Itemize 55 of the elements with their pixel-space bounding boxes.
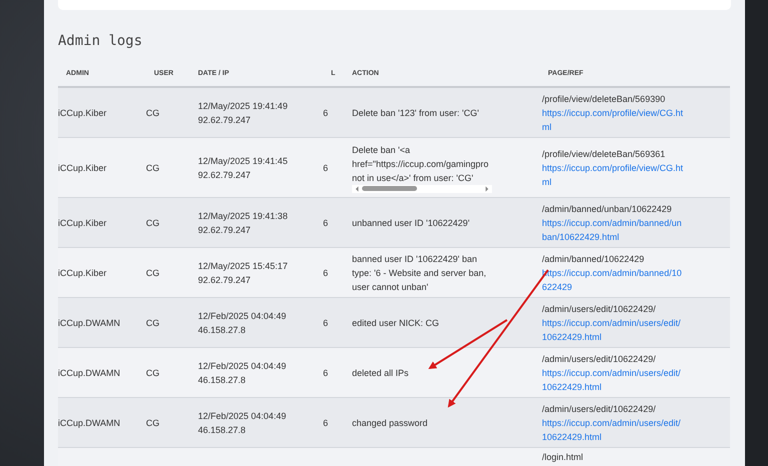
table-cell: 6 xyxy=(323,268,328,278)
table-cell: CG xyxy=(146,162,160,172)
table-cell: 6 xyxy=(323,218,328,228)
table-cell: CG xyxy=(146,318,160,328)
page-path: /profile/view/deleteBan/569390 xyxy=(542,92,666,106)
table-cell: 6 xyxy=(323,368,328,378)
page-path: /profile/view/deleteBan/569361 xyxy=(542,148,666,160)
table-cell: iCCup.Kiber xyxy=(58,218,107,228)
table-cell: CG xyxy=(146,268,160,278)
page-path: /admin/users/edit/10622429/ xyxy=(542,302,657,316)
table-cell: 6 xyxy=(323,108,328,118)
table-cell: CG xyxy=(146,108,160,118)
table-cell-text: 12/Feb/2025 04:04:49 46.158.27.8 xyxy=(198,310,288,336)
table-cell: iCCup.DWAMN xyxy=(58,318,120,328)
table-cell-text: banned user ID '10622429' ban type: '6 - Website and server ban, user cannot unban' xyxy=(352,252,488,294)
table-cell: iCCup.DWAMN xyxy=(58,418,120,428)
ref-link[interactable]: https://iccup.com/profile/view/CG.html xyxy=(542,160,684,188)
ref-link[interactable]: https://iccup.com/admin/users/edit/10622429.html xyxy=(542,416,684,444)
table-cell-text: changed password xyxy=(352,416,429,430)
table-cell-text: not in use</a>' from user: 'CG' xyxy=(352,172,474,184)
table-cell-text: 12/May/2025 19:41:45 92.62.79.247 xyxy=(198,154,289,182)
page-path: /login.html xyxy=(542,451,584,464)
table-cell: iCCup.Kiber xyxy=(58,162,107,172)
page-path: /admin/users/edit/10622429/ xyxy=(542,352,657,366)
table-cell-text: unbanned user ID '10622429' xyxy=(352,216,471,230)
scroll-left-icon[interactable] xyxy=(355,186,359,192)
table-cell-text: href="https://iccup.com/gamingpro xyxy=(352,158,490,170)
ref-link[interactable]: https://iccup.com/profile/view/CG.html xyxy=(542,106,684,134)
table-cell-text: 12/May/2025 19:41:49 92.62.79.247 xyxy=(198,100,289,126)
ref-link[interactable]: https://iccup.com/admin/banned/unban/10622429.html xyxy=(542,216,684,244)
page-path: /admin/banned/10622429 xyxy=(542,252,646,266)
page-path: /admin/users/edit/10622429/ xyxy=(542,402,657,416)
table-cell-text: Delete ban '123' from user: 'CG' xyxy=(352,106,480,120)
table-cell-text: 12/May/2025 15:45:17 92.62.79.247 xyxy=(198,260,289,286)
section-title: Admin logs xyxy=(58,32,144,51)
table-cell: iCCup.DWAMN xyxy=(58,368,120,378)
table-cell: 6 xyxy=(323,162,328,172)
scrollbar[interactable] xyxy=(352,184,492,192)
table-cell-text: edited user NICK: CG xyxy=(352,316,440,330)
table-cell: CG xyxy=(146,368,160,378)
table-cell: 6 xyxy=(323,318,328,328)
table-cell: CG xyxy=(146,418,160,428)
ref-link[interactable]: https://iccup.com/admin/users/edit/10622429.html xyxy=(542,316,684,344)
page-path: /admin/banned/unban/10622429 xyxy=(542,202,673,216)
table-cell-text: deleted all IPs xyxy=(352,366,410,380)
table-cell: CG xyxy=(146,218,160,228)
table-cell-text: Delete ban '<a xyxy=(352,144,412,156)
table-cell-text: 12/Feb/2025 04:04:49 46.158.27.8 xyxy=(198,410,288,436)
table-cell: iCCup.Kiber xyxy=(58,108,107,118)
table-cell-text: 12/Feb/2025 04:04:49 46.158.27.8 xyxy=(198,360,288,386)
scroll-right-icon[interactable] xyxy=(485,186,489,192)
table-cell: 6 xyxy=(323,418,328,428)
ref-link[interactable]: https://iccup.com/admin/users/edit/10622429.html xyxy=(542,366,684,394)
table-cell-text: 12/May/2025 19:41:38 92.62.79.247 xyxy=(198,210,289,236)
table-cell: iCCup.Kiber xyxy=(58,268,107,278)
